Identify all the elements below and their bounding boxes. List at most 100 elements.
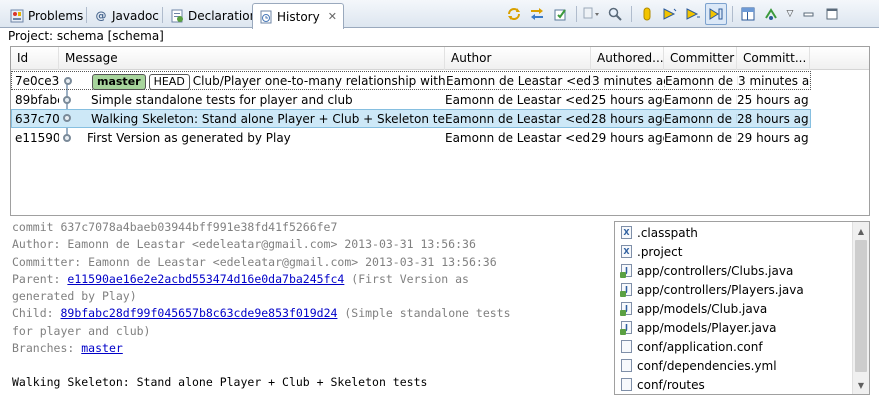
java-file-icon: J [620, 264, 632, 278]
list-item[interactable]: X .project [621, 242, 682, 261]
file-icon [621, 340, 632, 353]
filter-resource-icon[interactable] [659, 3, 681, 25]
table-row[interactable]: e11590a First Version as generated by Pl… [11, 129, 811, 148]
collapse-icon[interactable] [760, 3, 782, 25]
commit-authored: 25 hours ago [591, 93, 664, 107]
commit-message: Walking Skeleton: Stand alone Player + C… [91, 112, 445, 126]
file-name: app/controllers/Clubs.java [637, 263, 794, 278]
files-scrollbar[interactable]: ▲ ▼ [852, 222, 869, 394]
child-message: (Simple standalone tests [337, 306, 511, 321]
file-name: app/models/Player.java [637, 320, 777, 335]
list-item[interactable]: Japp/models/Player.java [620, 318, 777, 337]
link-with-selection-icon[interactable] [526, 3, 548, 25]
commit-node [64, 77, 72, 85]
scroll-down-icon[interactable]: ▼ [853, 377, 869, 393]
parent-line: Parent: e11590ae16e2e2acbd553474d16e0da7… [12, 271, 605, 288]
commit-node [63, 134, 71, 142]
view-tab-bar: Problems @ Javadoc Declaration History ✕ [0, 0, 879, 29]
list-item[interactable]: Japp/controllers/Clubs.java [620, 261, 794, 280]
child-line: Child: 89bfabc28df99f045657b8c63cde9e853… [12, 305, 605, 322]
scroll-up-icon[interactable]: ▲ [853, 223, 869, 239]
column-header-id[interactable]: Id [11, 47, 59, 70]
commit-node [63, 114, 71, 122]
child-label: Child: [12, 306, 61, 321]
java-file-icon: J [620, 321, 632, 335]
head-ref-badge: HEAD [148, 74, 190, 90]
commit-full-message: Walking Skeleton: Stand alone Player + C… [12, 375, 428, 390]
parent-message: (First Version as [344, 271, 469, 286]
commit-details-pane[interactable]: commit 637c7078a4baeb03944bff991e38fd41f… [10, 219, 605, 396]
pin-icon[interactable] [549, 3, 571, 25]
column-header-message[interactable]: Message [59, 47, 445, 70]
file-name: conf/routes [637, 377, 705, 392]
search-icon[interactable] [604, 3, 626, 25]
branch-link[interactable]: master [81, 341, 123, 355]
refresh-icon[interactable] [503, 3, 525, 25]
commit-committer: Eamonn de Leastar [664, 93, 737, 107]
commit-message: First Version as generated by Play [87, 131, 291, 145]
column-header-authored[interactable]: Authored... [591, 47, 664, 70]
file-name: app/controllers/Players.java [637, 282, 804, 297]
parent-message-cont: generated by Play) [12, 289, 137, 304]
commit-authored: 29 hours ago [591, 131, 664, 145]
tab-history[interactable]: History ✕ [252, 3, 344, 29]
file-name: conf/application.conf [637, 339, 763, 354]
tab-problems[interactable]: Problems [4, 3, 89, 28]
commit-node [63, 96, 71, 104]
commit-committer: Eamonn de Leastar [664, 112, 737, 126]
parent-commit-link[interactable]: e11590ae16e2e2acbd553474d16e0da7ba245fc4 [67, 272, 344, 286]
column-header-committed[interactable]: Committ... [737, 47, 810, 70]
commit-id: 89bfabc [15, 93, 59, 107]
xml-file-icon: X [621, 245, 632, 258]
commit-committed: 29 hours ago [737, 131, 809, 145]
tab-javadoc[interactable]: @ Javadoc [88, 3, 165, 28]
java-file-icon: J [620, 302, 632, 316]
commit-committed: 3 minutes ago [738, 74, 810, 88]
list-item[interactable]: Japp/models/Club.java [620, 299, 768, 318]
list-item[interactable]: X .classpath [621, 223, 698, 242]
problems-icon [10, 9, 24, 23]
tab-javadoc-label: Javadoc [112, 8, 159, 23]
show-all-branches-icon[interactable] [636, 3, 658, 25]
commit-message: Simple standalone tests for player and c… [91, 93, 353, 107]
tab-history-label: History [277, 9, 320, 24]
list-item[interactable]: conf/application.conf [621, 337, 763, 356]
branches-label: Branches: [12, 341, 82, 356]
column-header-committer[interactable]: Committer [664, 47, 737, 70]
child-commit-link[interactable]: 89bfabc28df99f045657b8c63cde9e853f019d24 [60, 306, 337, 320]
parent-label: Parent: [12, 271, 68, 286]
list-item[interactable]: conf/dependencies.yml [621, 356, 777, 375]
maximize-icon[interactable] [821, 3, 843, 25]
table-row[interactable]: 89bfabc Simple standalone tests for play… [11, 91, 811, 110]
changed-files-list[interactable]: X .classpath X .project Japp/controllers/C… [614, 221, 870, 395]
tab-declaration[interactable]: Declaration [164, 3, 263, 28]
list-item[interactable]: Japp/controllers/Players.java [620, 280, 804, 299]
committer-line: Committer: Eamonn de Leastar <edeleatar@… [12, 254, 497, 269]
child-message-cont: for player and club) [12, 323, 151, 338]
list-item[interactable]: conf/routes [621, 375, 705, 394]
table-header: Id Message Author Authored... Committer … [11, 47, 869, 70]
view-menu-chevron-down-icon[interactable]: ▽ [783, 3, 797, 25]
tab-problems-label: Problems [28, 8, 84, 23]
commit-committed: 28 hours ago [737, 112, 809, 126]
compare-mode-icon[interactable] [581, 3, 603, 25]
table-row[interactable]: 7e0ce34 masterHEADClub/Player one-to-man… [11, 71, 811, 90]
filter-project-icon[interactable] [705, 3, 727, 25]
commit-author: Eamonn de Leastar <edeleatar@gmail.com> [445, 93, 591, 107]
filter-folder-icon[interactable] [682, 3, 704, 25]
commit-id: e11590a [15, 131, 59, 145]
scroll-thumb[interactable] [855, 240, 867, 372]
column-header-author[interactable]: Author [445, 47, 591, 70]
commit-message: Club/Player one-to-many relationship wit… [192, 74, 446, 88]
commit-id: 637c707 [15, 112, 59, 126]
commit-author: Eamonn de Leastar <edeleatar@gmail.com> [445, 112, 591, 126]
close-icon[interactable]: ✕ [328, 10, 337, 23]
table-row-selected[interactable]: 637c707 Walking Skeleton: Stand alone Pl… [11, 109, 811, 128]
file-icon [621, 378, 632, 391]
history-icon [259, 10, 273, 24]
commit-table[interactable]: Id Message Author Authored... Committer … [10, 46, 870, 216]
javadoc-icon: @ [95, 9, 107, 22]
minimize-icon[interactable] [798, 3, 820, 25]
layout-icon[interactable] [737, 3, 759, 25]
file-name: app/models/Club.java [637, 301, 768, 316]
